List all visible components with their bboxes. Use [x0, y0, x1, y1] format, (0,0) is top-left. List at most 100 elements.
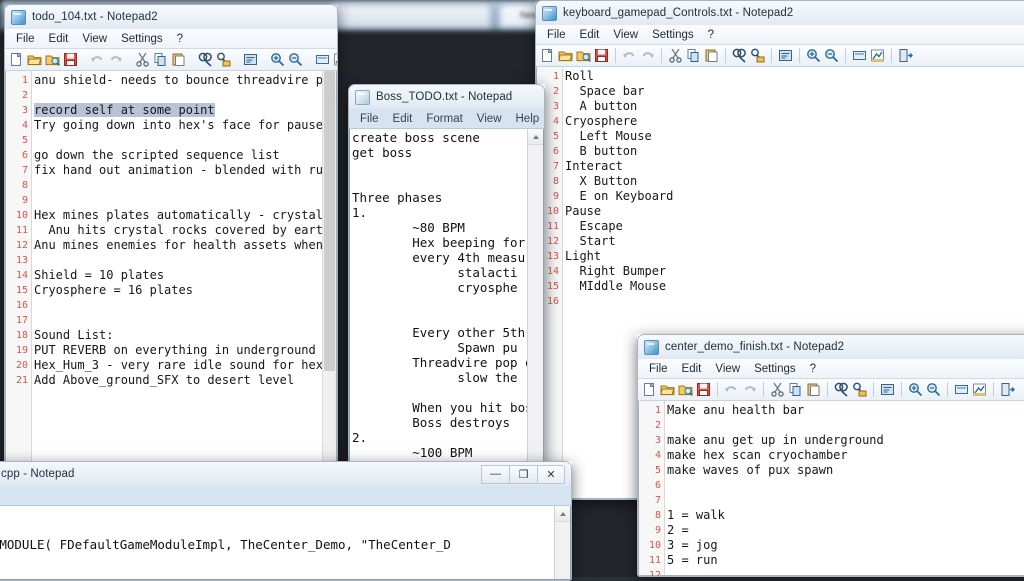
window-center-demo-finish[interactable]: center_demo_finish.txt - Notepad2 File E… — [637, 334, 1024, 577]
save-icon[interactable] — [593, 47, 610, 64]
window-controls-cpp[interactable]: — ❐ ✕ — [481, 464, 565, 484]
code-line[interactable]: When you hit bos — [352, 400, 527, 415]
code-line[interactable] — [34, 178, 322, 193]
toggle-encoding-icon[interactable] — [851, 47, 868, 64]
code-line[interactable]: Threadvire pop o — [352, 355, 527, 370]
menu-settings[interactable]: Settings — [747, 362, 803, 376]
find-icon[interactable] — [833, 381, 850, 398]
code-line[interactable]: fix hand out animation - blended with ru… — [34, 163, 322, 178]
code-line[interactable]: Right Bumper — [565, 264, 1024, 279]
code-line[interactable]: B button — [565, 144, 1024, 159]
editor-boss[interactable]: create boss scene get boss Three phases 1.… — [349, 129, 544, 467]
copy-icon[interactable] — [685, 47, 702, 64]
code-line[interactable]: PUT REVERB on everything in underground — [34, 343, 322, 358]
vertical-scrollbar-boss[interactable] — [527, 129, 543, 466]
scroll-up-arrow-icon[interactable] — [528, 129, 543, 145]
code-line[interactable]: Anu hits crystal rocks covered by earth — [34, 223, 322, 238]
menu-view[interactable]: View — [708, 362, 747, 376]
menu-help[interactable]: Help — [509, 112, 545, 126]
zoom-out-icon[interactable] — [925, 381, 942, 398]
code-line[interactable]: 1. — [352, 205, 527, 220]
editor-todo[interactable]: 1 2 3 4 5 6 7 8 9 10 11 12 13 14 15 16 17 18 19 20 21 anu sh… — [5, 71, 337, 469]
code-line[interactable]: Hex mines plates automatically - crystal… — [34, 208, 322, 223]
code-area-todo[interactable]: anu shield- needs to bounce threadvire p… — [32, 71, 322, 468]
code-line[interactable] — [352, 160, 527, 175]
menu-help[interactable]: ? — [701, 28, 721, 42]
code-line[interactable]: Escape — [565, 219, 1024, 234]
copy-icon[interactable] — [787, 381, 804, 398]
code-line[interactable] — [352, 385, 527, 400]
background-browser-tab[interactable] — [330, 5, 490, 27]
cut-icon[interactable] — [769, 381, 786, 398]
exit-icon[interactable] — [897, 47, 914, 64]
vertical-scrollbar-cpp[interactable] — [554, 506, 570, 579]
code-line[interactable]: Try going down into hex's face for pause… — [34, 118, 322, 133]
code-line[interactable]: Add Above_ground_SFX to desert level — [34, 373, 322, 388]
code-line[interactable]: record self at some point — [34, 103, 322, 118]
browse-file-icon[interactable] — [677, 381, 694, 398]
toolbar-center[interactable] — [638, 379, 1024, 401]
menu-help[interactable]: ? — [803, 362, 823, 376]
zoom-in-icon[interactable] — [269, 51, 286, 68]
code-line[interactable] — [667, 568, 1024, 575]
code-line[interactable]: make hex scan cryochamber — [667, 448, 1024, 463]
zoom-in-icon[interactable] — [907, 381, 924, 398]
scrollbar-thumb[interactable] — [324, 71, 335, 371]
undo-icon[interactable] — [723, 381, 740, 398]
paste-icon[interactable] — [703, 47, 720, 64]
redo-icon[interactable] — [107, 51, 124, 68]
scroll-up-arrow-icon[interactable] — [555, 506, 570, 522]
paste-icon[interactable] — [805, 381, 822, 398]
menu-view[interactable]: View — [470, 112, 509, 126]
code-line[interactable]: Interact — [565, 159, 1024, 174]
code-line[interactable]: create boss scene — [352, 130, 527, 145]
word-wrap-icon[interactable] — [777, 47, 794, 64]
open-file-icon[interactable] — [659, 381, 676, 398]
code-area-boss[interactable]: create boss scene get boss Three phases 1.… — [350, 129, 527, 466]
toggle-encoding-icon[interactable] — [314, 51, 331, 68]
menu-edit[interactable]: Edit — [573, 28, 607, 42]
code-line[interactable]: 1 = walk — [667, 508, 1024, 523]
code-line[interactable]: Spawn pu — [352, 340, 527, 355]
code-line[interactable]: "TheCenter.h" — [0, 507, 554, 522]
menu-file[interactable]: File — [353, 112, 386, 126]
code-line[interactable]: 3 = jog — [667, 538, 1024, 553]
redo-icon[interactable] — [741, 381, 758, 398]
menu-file[interactable]: File — [9, 32, 42, 46]
open-file-icon[interactable] — [557, 47, 574, 64]
code-line[interactable] — [667, 418, 1024, 433]
code-line[interactable] — [667, 493, 1024, 508]
new-file-icon[interactable] — [539, 47, 556, 64]
menu-view[interactable]: View — [606, 28, 645, 42]
code-line[interactable]: Light — [565, 249, 1024, 264]
code-line[interactable]: Left Mouse — [565, 129, 1024, 144]
titlebar-cpp[interactable]: cpp - Notepad — ❐ ✕ — [0, 462, 571, 486]
toolbar-keyboard[interactable] — [536, 45, 1024, 67]
code-line[interactable]: A button — [565, 99, 1024, 114]
code-line[interactable]: make anu get up in underground — [667, 433, 1024, 448]
code-line[interactable]: every 4th measur — [352, 250, 527, 265]
menu-view[interactable]: View — [75, 32, 114, 46]
editor-center[interactable]: 1 2 3 4 5 6 7 8 9 10 11 12 Make anu health bar make… — [638, 401, 1024, 576]
cut-icon[interactable] — [134, 51, 151, 68]
word-wrap-icon[interactable] — [242, 51, 259, 68]
menu-settings[interactable]: Settings — [114, 32, 170, 46]
code-line[interactable] — [34, 193, 322, 208]
code-line[interactable] — [352, 310, 527, 325]
code-line[interactable] — [352, 175, 527, 190]
zoom-out-icon[interactable] — [287, 51, 304, 68]
titlebar-boss[interactable]: Boss_TODO.txt - Notepad — [349, 85, 544, 109]
code-line[interactable]: Three phases — [352, 190, 527, 205]
code-line[interactable]: Sound List: — [34, 328, 322, 343]
undo-icon[interactable] — [89, 51, 106, 68]
code-line[interactable] — [352, 295, 527, 310]
toolbar-todo[interactable] — [5, 49, 337, 71]
code-line[interactable]: Space bar — [565, 84, 1024, 99]
code-line[interactable]: Every other 5th — [352, 325, 527, 340]
menu-file[interactable]: File — [642, 362, 675, 376]
close-button[interactable]: ✕ — [537, 464, 565, 484]
code-line[interactable] — [34, 253, 322, 268]
code-line[interactable]: X Button — [565, 174, 1024, 189]
code-line[interactable] — [34, 313, 322, 328]
code-line[interactable]: anu shield- needs to bounce threadvire p… — [34, 73, 322, 88]
